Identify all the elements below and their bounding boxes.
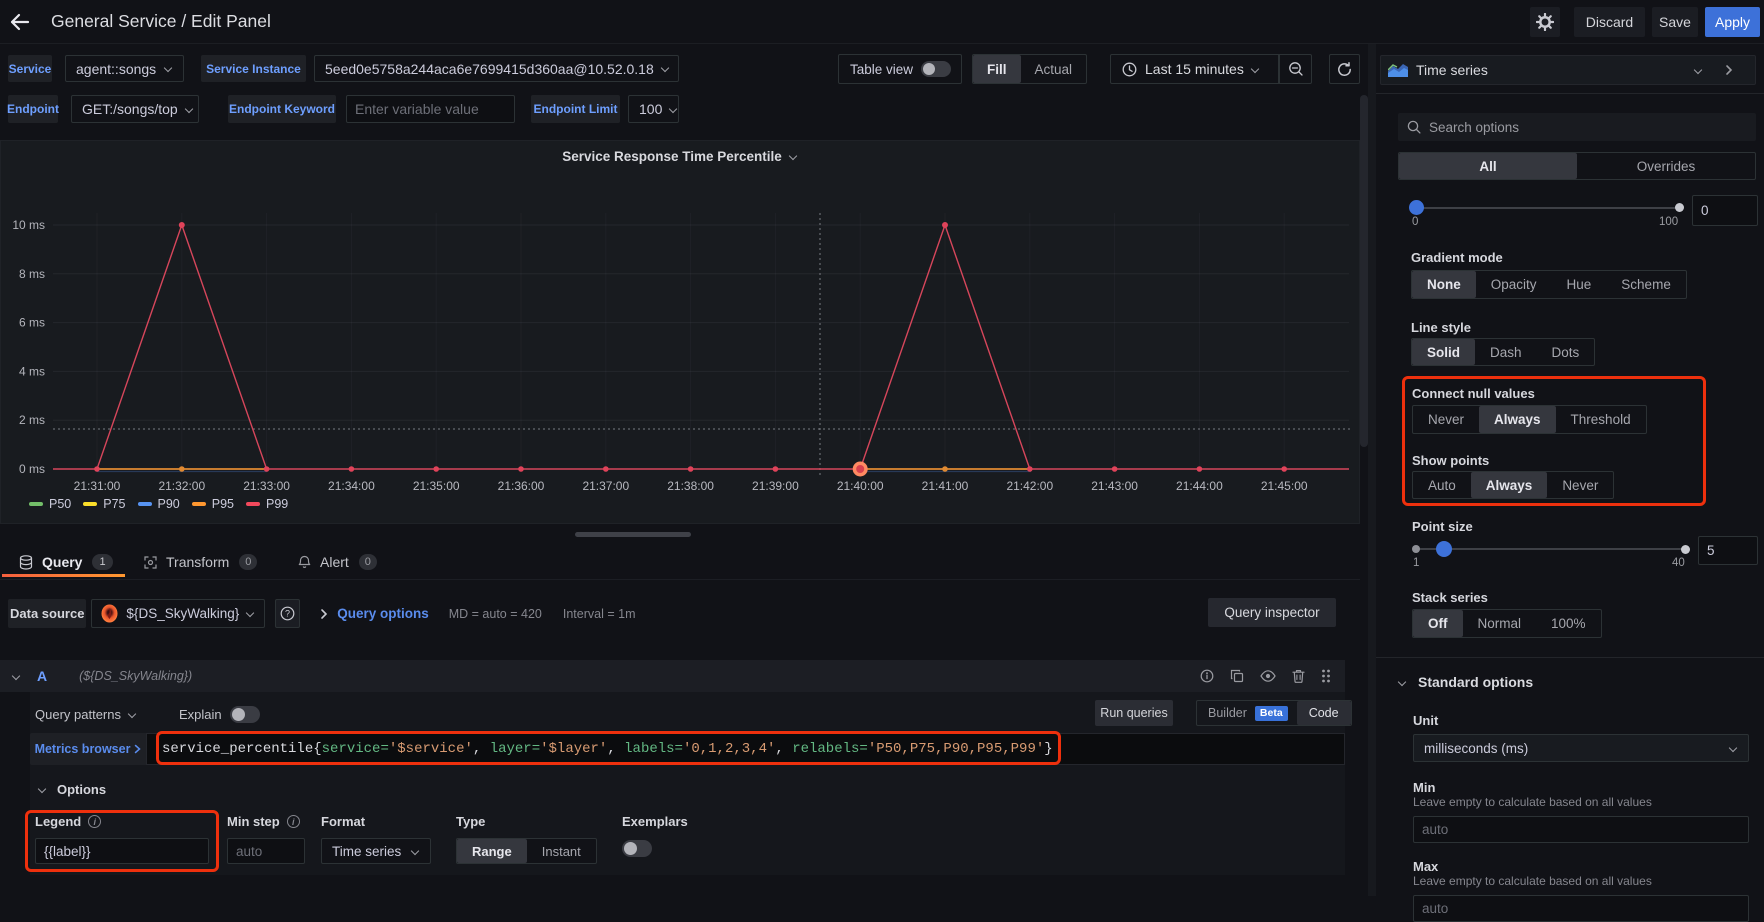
svg-text:2 ms: 2 ms xyxy=(19,413,45,427)
svg-text:21:36:00: 21:36:00 xyxy=(498,479,545,493)
svg-text:21:39:00: 21:39:00 xyxy=(752,479,799,493)
svg-text:21:32:00: 21:32:00 xyxy=(158,479,205,493)
svg-text:8 ms: 8 ms xyxy=(19,267,45,281)
svg-text:21:40:00: 21:40:00 xyxy=(837,479,884,493)
svg-text:21:44:00: 21:44:00 xyxy=(1176,479,1223,493)
svg-text:10 ms: 10 ms xyxy=(12,218,45,232)
svg-text:4 ms: 4 ms xyxy=(19,364,45,378)
svg-text:21:31:00: 21:31:00 xyxy=(74,479,121,493)
svg-text:21:43:00: 21:43:00 xyxy=(1091,479,1138,493)
svg-text:0 ms: 0 ms xyxy=(19,462,45,476)
svg-text:21:41:00: 21:41:00 xyxy=(922,479,969,493)
svg-text:21:42:00: 21:42:00 xyxy=(1006,479,1053,493)
svg-text:21:38:00: 21:38:00 xyxy=(667,479,714,493)
svg-text:6 ms: 6 ms xyxy=(19,316,45,330)
svg-text:21:37:00: 21:37:00 xyxy=(582,479,629,493)
svg-text:21:33:00: 21:33:00 xyxy=(243,479,290,493)
svg-text:21:45:00: 21:45:00 xyxy=(1261,479,1308,493)
svg-text:21:34:00: 21:34:00 xyxy=(328,479,375,493)
svg-text:21:35:00: 21:35:00 xyxy=(413,479,460,493)
svg-text:?: ? xyxy=(285,609,290,619)
